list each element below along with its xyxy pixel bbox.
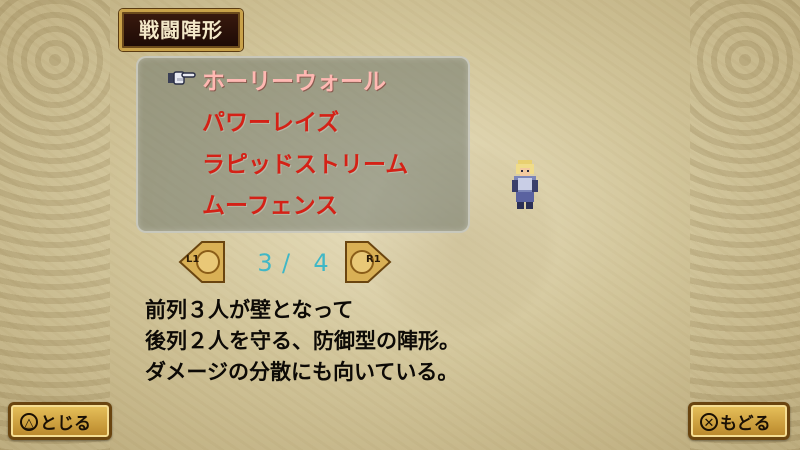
cross-button-icon: ✕ (700, 413, 718, 431)
close-button[interactable]: △ とじる (8, 402, 112, 440)
page-prev-button[interactable]: L1 (178, 238, 226, 286)
r1-label: R1 (366, 254, 381, 265)
formation-list-panel: ホーリーウォール パワーレイズ ラピッドストリーム ムーフェンス (136, 56, 470, 233)
formation-item[interactable]: ラピッドストリーム (202, 147, 408, 183)
formation-item[interactable]: ホーリーウォール (202, 64, 386, 100)
description-line: ダメージの分散にも向いている。 (145, 360, 459, 384)
screen-title: 戦闘陣形 (119, 9, 243, 51)
description-line: 前列３人が壁となって (145, 298, 354, 322)
left-ornament-border (0, 0, 110, 450)
back-button[interactable]: ✕ もどる (688, 402, 790, 440)
right-ornament-border (690, 0, 800, 450)
back-label: もどる (720, 414, 771, 434)
triangle-button-icon: △ (20, 413, 38, 431)
page-next-button[interactable]: R1 (344, 238, 392, 286)
page-current: 3 (257, 249, 273, 277)
l1-label: L1 (186, 254, 200, 265)
knight-sprite (512, 160, 538, 209)
description-line: 後列２人を守る、防御型の陣形。 (145, 329, 460, 353)
formation-item[interactable]: ムーフェンス (202, 188, 338, 224)
page-total: 4 (313, 249, 329, 277)
pointing-hand-icon (168, 71, 196, 85)
formation-item[interactable]: パワーレイズ (202, 105, 339, 141)
close-label: とじる (40, 414, 91, 434)
page-separator: / (281, 249, 291, 277)
